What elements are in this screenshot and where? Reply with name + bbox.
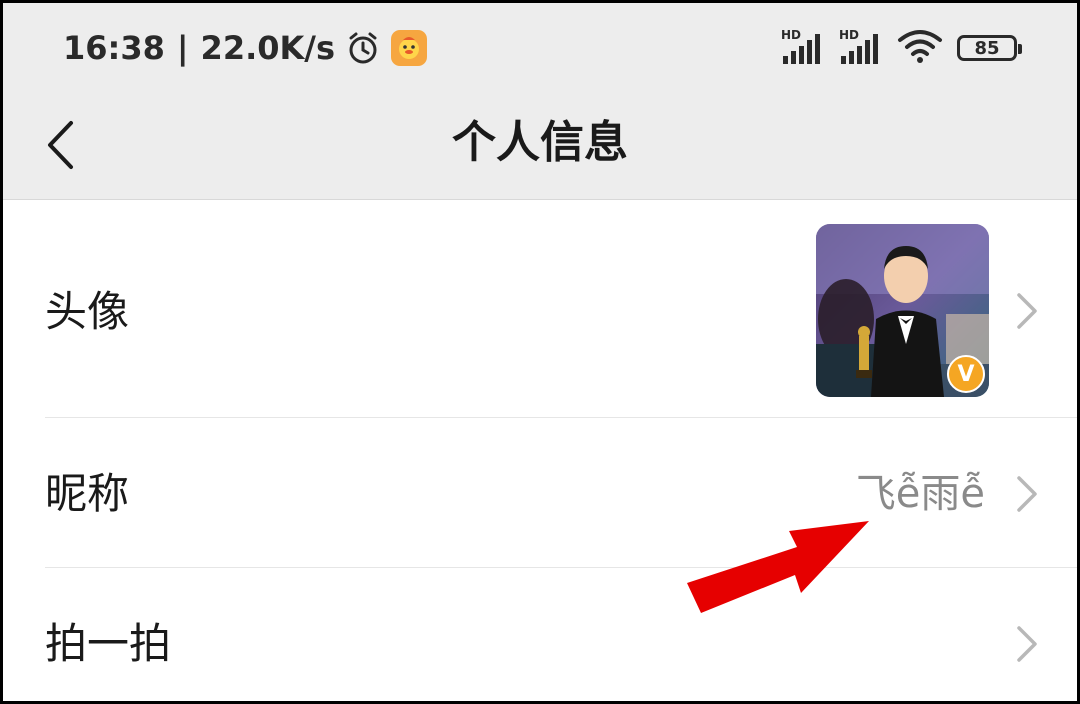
battery-icon: 85 (957, 35, 1022, 61)
back-button[interactable] (37, 115, 83, 175)
network-speed: 22.0K/s (200, 29, 336, 67)
status-separator: | (176, 29, 189, 67)
alarm-icon (345, 30, 381, 66)
app-notification-icon (391, 30, 428, 66)
nickname-row[interactable]: 昵称 飞ễ雨ễ (3, 418, 1077, 568)
page-title: 个人信息 (452, 117, 628, 168)
hd-signal-icon: HD (781, 28, 825, 66)
chevron-right-icon (1017, 476, 1037, 512)
pat-pat-row-label: 拍一拍 (45, 619, 172, 668)
navigation-bar: 个人信息 (3, 95, 1077, 199)
status-left: 16:38 | 22.0K/s (63, 23, 428, 73)
phone-screen: 16:38 | 22.0K/s HD HD 85 个人信息 头像 V 昵称 飞ễ… (0, 0, 1080, 704)
avatar-row[interactable]: 头像 V (3, 200, 1077, 418)
pat-pat-row[interactable]: 拍一拍 (3, 568, 1077, 701)
profile-settings-list: 头像 V 昵称 飞ễ雨ễ 拍一拍 (3, 200, 1077, 701)
verified-badge: V (947, 355, 985, 393)
status-bar: 16:38 | 22.0K/s HD HD 85 (3, 3, 1077, 95)
nickname-row-label: 昵称 (45, 469, 130, 518)
annotation-arrow-icon (687, 521, 869, 613)
status-right: HD HD 85 (781, 25, 1022, 71)
battery-level: 85 (974, 37, 1000, 59)
wifi-icon (897, 28, 943, 68)
chevron-right-icon (1017, 626, 1037, 662)
avatar[interactable]: V (816, 224, 989, 397)
chevron-right-icon (1017, 293, 1037, 329)
chevron-left-icon (48, 121, 73, 169)
avatar-row-label: 头像 (45, 287, 130, 336)
hd-signal-icon: HD (839, 28, 883, 66)
status-time: 16:38 (63, 29, 165, 67)
